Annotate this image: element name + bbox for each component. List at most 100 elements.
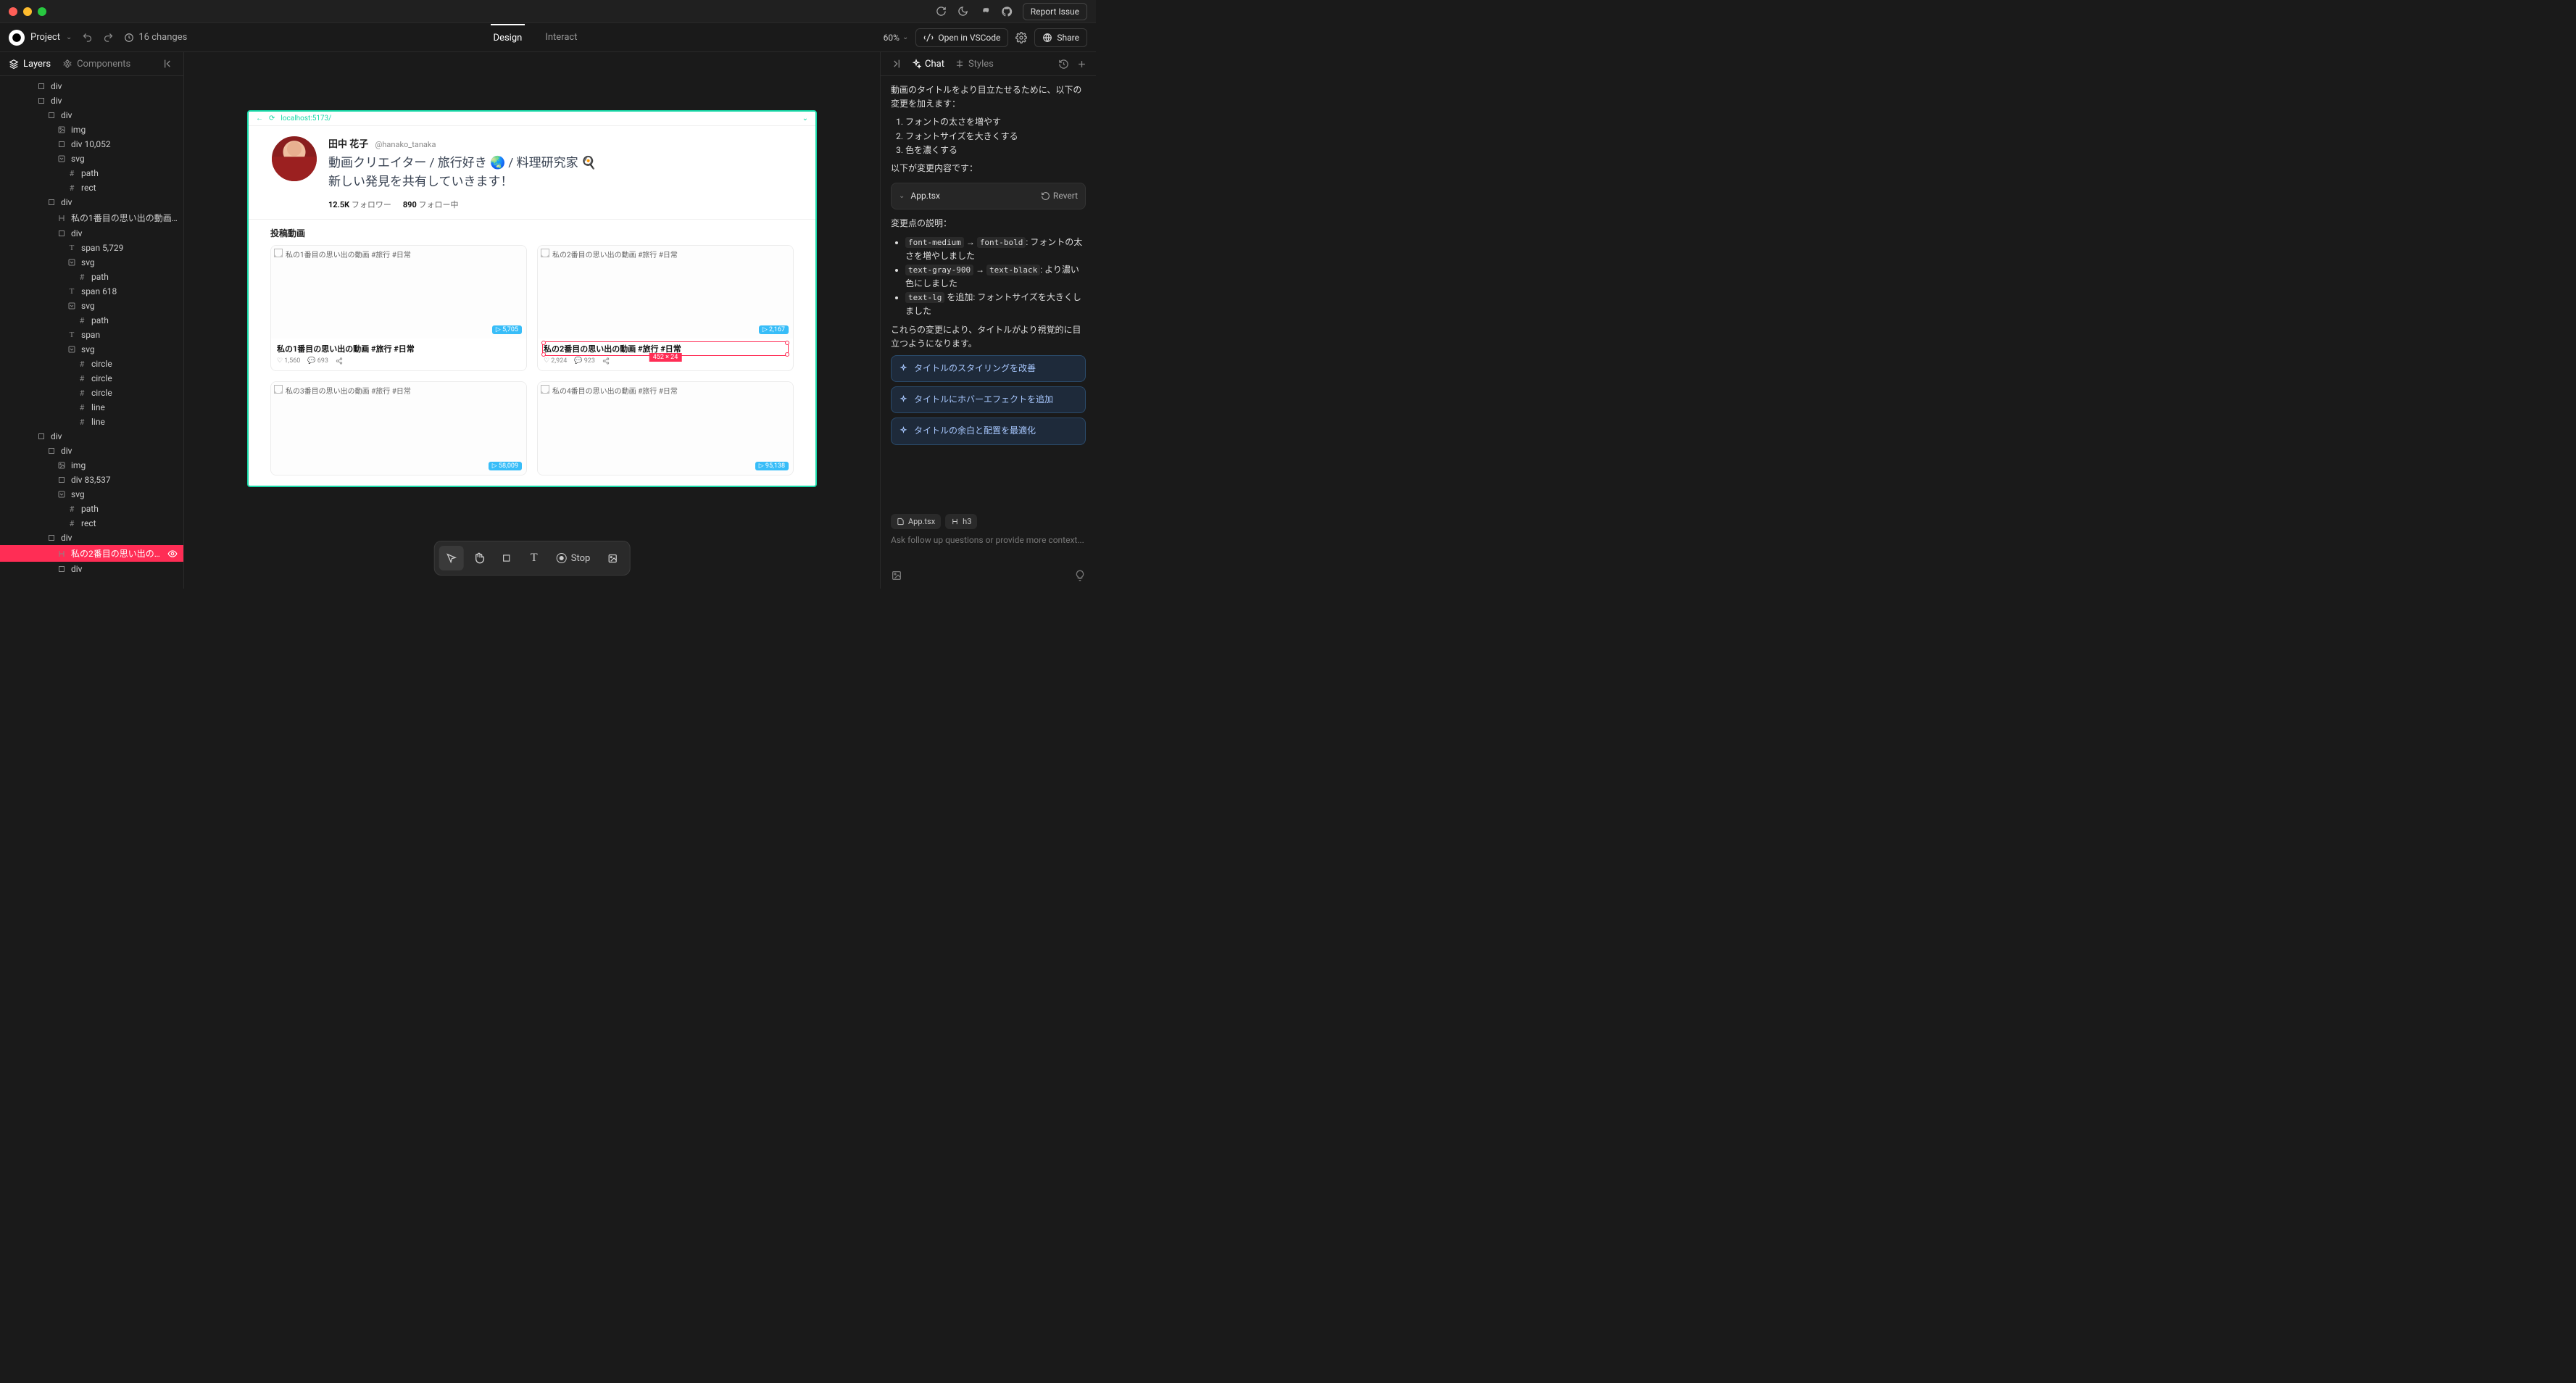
- video-title: 私の1番目の思い出の動画 #旅行 #日常: [277, 343, 520, 354]
- theme-icon[interactable]: [957, 6, 969, 17]
- tree-row[interactable]: #rect: [0, 516, 183, 531]
- layers-icon: [9, 59, 19, 69]
- left-panel: Layers Components divdivdivimgdiv 10,052…: [0, 52, 184, 589]
- refresh-icon[interactable]: ⟳: [269, 115, 275, 122]
- collapse-panel-icon[interactable]: [163, 58, 175, 70]
- tree-row[interactable]: Tspan 5,729: [0, 241, 183, 255]
- tree-row[interactable]: div: [0, 226, 183, 241]
- canvas[interactable]: ← ⟳ localhost:5173/ ⌄ 田中 花子 @hanako_tana…: [184, 52, 880, 589]
- sparkle-icon: [899, 395, 908, 404]
- image-attach-icon[interactable]: [891, 570, 902, 581]
- tree-row[interactable]: svg: [0, 342, 183, 357]
- expand-panel-icon[interactable]: [889, 58, 901, 70]
- cursor-tool[interactable]: [439, 546, 464, 570]
- ctx-file[interactable]: App.tsx: [891, 514, 941, 529]
- tree-row[interactable]: svg: [0, 151, 183, 166]
- zoom-control[interactable]: 60%⌄: [884, 33, 909, 43]
- reload-icon[interactable]: [936, 6, 947, 17]
- tree-row[interactable]: div: [0, 94, 183, 108]
- tree-row[interactable]: #line: [0, 415, 183, 429]
- tab-styles[interactable]: Styles: [955, 59, 994, 70]
- tree-row[interactable]: div 83,537: [0, 473, 183, 487]
- tree-row[interactable]: #path: [0, 502, 183, 516]
- tree-row[interactable]: 私の1番目の思い出の動画 #旅...: [0, 209, 183, 226]
- project-picker[interactable]: Project ⌄: [9, 30, 72, 46]
- tab-layers[interactable]: Layers: [9, 59, 51, 70]
- tree-row[interactable]: div 10,052: [0, 137, 183, 151]
- suggestion-pill[interactable]: タイトルにホバーエフェクトを追加: [891, 386, 1086, 413]
- hash-icon: #: [67, 168, 77, 178]
- tree-row[interactable]: svg: [0, 487, 183, 502]
- tree-row[interactable]: Tspan 618: [0, 284, 183, 299]
- video-card[interactable]: 私の1番目の思い出の動画 #旅行 #日常▷ 5,705私の1番目の思い出の動画 …: [270, 245, 527, 371]
- tree-row[interactable]: img: [0, 458, 183, 473]
- tree-row[interactable]: #path: [0, 270, 183, 284]
- tree-row[interactable]: #path: [0, 166, 183, 180]
- tree-row[interactable]: div: [0, 79, 183, 94]
- tree-row[interactable]: #rect: [0, 180, 183, 195]
- tab-design[interactable]: Design: [491, 24, 525, 51]
- open-vscode-button[interactable]: Open in VSCode: [915, 28, 1008, 47]
- tree-row[interactable]: svg: [0, 255, 183, 270]
- github-icon[interactable]: [1001, 6, 1013, 17]
- ctx-element[interactable]: h3: [945, 514, 977, 529]
- suggestion-pill[interactable]: タイトルのスタイリングを改善: [891, 355, 1086, 382]
- changes-indicator[interactable]: 16 changes: [124, 32, 187, 43]
- share-icon[interactable]: [602, 357, 610, 365]
- report-issue-button[interactable]: Report Issue: [1023, 3, 1087, 20]
- layer-tree[interactable]: divdivdivimgdiv 10,052svg#path#rectdiv私の…: [0, 76, 183, 589]
- tab-components[interactable]: Components: [62, 59, 130, 70]
- hand-tool[interactable]: [467, 546, 491, 570]
- file-pill[interactable]: ⌄App.tsx Revert: [891, 183, 1086, 209]
- tree-label: div 10,052: [71, 139, 111, 149]
- settings-button[interactable]: [1015, 32, 1027, 43]
- tree-row[interactable]: div: [0, 531, 183, 545]
- frame-tool[interactable]: [494, 546, 519, 570]
- comments: 💬 923: [574, 357, 595, 365]
- image-tool[interactable]: [600, 546, 625, 570]
- eye-icon[interactable]: [167, 549, 178, 559]
- share-icon[interactable]: [336, 357, 343, 365]
- tab-interact[interactable]: Interact: [542, 25, 580, 51]
- likes: ♡ 1,560: [277, 357, 300, 365]
- tree-row[interactable]: div: [0, 444, 183, 458]
- tree-label: span 618: [81, 286, 117, 296]
- redo-button[interactable]: [103, 32, 114, 43]
- tree-row[interactable]: 私の2番目の思い出の動画 #...: [0, 545, 183, 562]
- tree-label: span 5,729: [81, 243, 123, 253]
- chevron-down-icon[interactable]: ⌄: [802, 115, 808, 122]
- new-chat-icon[interactable]: [1076, 59, 1087, 70]
- revert-button[interactable]: Revert: [1041, 189, 1078, 203]
- user-name: 田中 花子: [328, 139, 368, 150]
- back-icon[interactable]: ←: [256, 115, 263, 122]
- tree-row[interactable]: div: [0, 562, 183, 576]
- tree-row[interactable]: #circle: [0, 371, 183, 386]
- tree-row[interactable]: img: [0, 122, 183, 137]
- maximize-window[interactable]: [38, 7, 46, 16]
- tree-row[interactable]: #line: [0, 400, 183, 415]
- chat-input[interactable]: Ask follow up questions or provide more …: [881, 529, 1096, 565]
- tree-row[interactable]: div: [0, 195, 183, 209]
- tree-row[interactable]: div: [0, 108, 183, 122]
- tree-row[interactable]: #path: [0, 313, 183, 328]
- discord-icon[interactable]: [979, 6, 991, 17]
- video-card[interactable]: 私の2番目の思い出の動画 #旅行 #日常▷ 2,167私の2番目の思い出の動画 …: [537, 245, 794, 371]
- minimize-window[interactable]: [23, 7, 32, 16]
- tree-row[interactable]: #circle: [0, 386, 183, 400]
- video-card[interactable]: 私の3番目の思い出の動画 #旅行 #日常▷ 58,009: [270, 381, 527, 475]
- tree-row[interactable]: div: [0, 429, 183, 444]
- history-icon[interactable]: [1058, 59, 1069, 70]
- close-window[interactable]: [9, 7, 17, 16]
- tree-row[interactable]: svg: [0, 299, 183, 313]
- tab-chat[interactable]: Chat: [911, 59, 944, 70]
- share-button[interactable]: Share: [1034, 28, 1087, 47]
- tree-row[interactable]: Tspan: [0, 328, 183, 342]
- text-tool[interactable]: T: [522, 546, 547, 570]
- undo-button[interactable]: [82, 32, 93, 43]
- suggestion-pill[interactable]: タイトルの余白と配置を最適化: [891, 418, 1086, 444]
- box-icon: [57, 139, 67, 149]
- hint-icon[interactable]: [1074, 570, 1086, 581]
- tree-row[interactable]: #circle: [0, 357, 183, 371]
- video-card[interactable]: 私の4番目の思い出の動画 #旅行 #日常▷ 95,138: [537, 381, 794, 475]
- stop-button[interactable]: Stop: [549, 546, 598, 570]
